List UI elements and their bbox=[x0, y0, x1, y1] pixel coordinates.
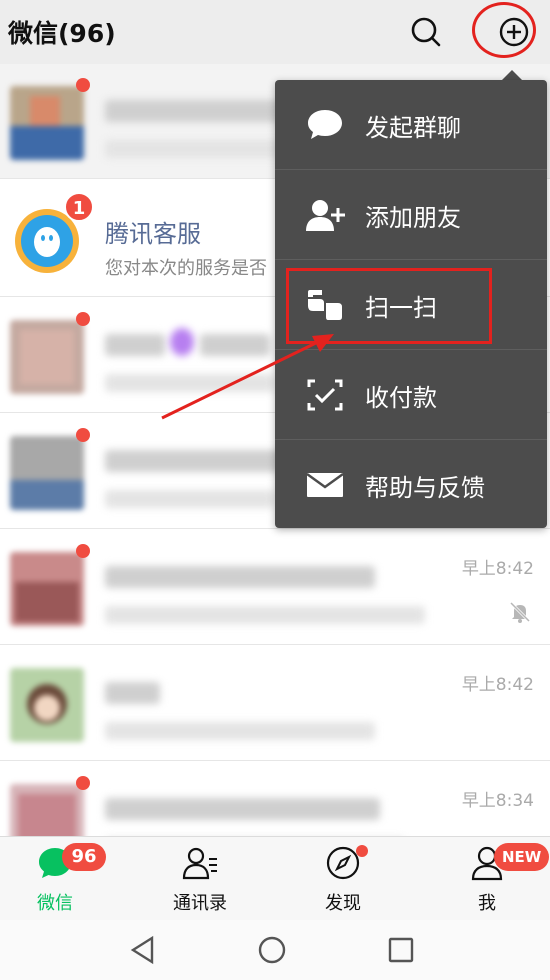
bottom-tab-bar: 96 微信 通讯录 发现 NEW 我 bbox=[0, 836, 550, 920]
tab-contacts[interactable]: 通讯录 bbox=[145, 837, 255, 921]
notification-dot bbox=[356, 845, 368, 857]
avatar bbox=[10, 668, 84, 742]
chat-time: 早上8:42 bbox=[461, 675, 534, 695]
unread-dot bbox=[76, 312, 90, 326]
avatar bbox=[10, 320, 84, 394]
plus-highlight-circle bbox=[472, 2, 536, 58]
unread-badge: 96 bbox=[62, 843, 106, 871]
menu-item-payment[interactable]: 收付款 bbox=[275, 350, 547, 440]
chat-row[interactable]: 早上8:42 bbox=[0, 530, 550, 645]
menu-item-help-feedback[interactable]: 帮助与反馈 bbox=[275, 440, 547, 530]
avatar bbox=[10, 436, 84, 510]
blurred-name bbox=[105, 682, 160, 704]
chat-row[interactable]: 早上8:42 bbox=[0, 646, 550, 761]
chat-time: 早上8:34 bbox=[461, 791, 534, 811]
blurred-name bbox=[105, 334, 165, 356]
chat-bubble-icon bbox=[305, 107, 345, 143]
blurred-preview bbox=[105, 490, 275, 508]
unread-dot bbox=[76, 776, 90, 790]
tab-chats[interactable]: 96 微信 bbox=[0, 837, 110, 921]
unread-dot bbox=[76, 544, 90, 558]
avatar bbox=[10, 552, 84, 626]
unread-badge: 1 bbox=[64, 192, 94, 222]
chat-row[interactable]: 早上8:34 bbox=[0, 762, 550, 836]
menu-label: 帮助与反馈 bbox=[365, 474, 485, 502]
contacts-icon bbox=[182, 845, 218, 881]
blurred-name bbox=[105, 798, 380, 820]
chat-name: 腾讯客服 bbox=[105, 220, 201, 248]
new-badge: NEW bbox=[494, 843, 550, 871]
system-nav-bar bbox=[0, 920, 550, 980]
mail-icon bbox=[305, 467, 345, 503]
search-icon[interactable] bbox=[406, 12, 446, 52]
avatar bbox=[10, 86, 84, 160]
menu-item-group-chat[interactable]: 发起群聊 bbox=[275, 80, 547, 170]
page-title: 微信(96) bbox=[8, 19, 116, 48]
blurred-preview bbox=[105, 606, 425, 624]
blurred-preview bbox=[105, 140, 285, 158]
top-bar: 微信(96) bbox=[0, 0, 550, 64]
menu-label: 收付款 bbox=[365, 384, 437, 412]
blurred-preview bbox=[105, 722, 375, 740]
back-icon[interactable] bbox=[128, 935, 158, 965]
blurred-name bbox=[105, 450, 285, 472]
avatar bbox=[10, 784, 84, 836]
unread-dot bbox=[76, 428, 90, 442]
tab-label: 发现 bbox=[325, 893, 361, 914]
chat-time: 早上8:42 bbox=[461, 559, 534, 579]
menu-label: 发起群聊 bbox=[365, 114, 461, 142]
menu-item-add-friend[interactable]: 添加朋友 bbox=[275, 170, 547, 260]
unread-dot bbox=[76, 78, 90, 92]
add-friend-icon bbox=[305, 197, 345, 233]
payment-icon bbox=[305, 377, 345, 413]
tab-me[interactable]: NEW 我 bbox=[432, 837, 550, 921]
blurred-name bbox=[200, 334, 270, 356]
tab-label: 微信 bbox=[37, 893, 73, 914]
blurred-name bbox=[105, 566, 375, 588]
tab-discover[interactable]: 发现 bbox=[288, 837, 398, 921]
blurred-emoji bbox=[170, 328, 194, 356]
blurred-preview bbox=[105, 374, 275, 392]
tab-label: 我 bbox=[478, 893, 496, 914]
mute-icon bbox=[508, 600, 532, 624]
scan-highlight-box bbox=[286, 268, 492, 344]
tab-label: 通讯录 bbox=[173, 893, 227, 914]
chat-preview: 您对本次的服务是否 bbox=[105, 258, 267, 279]
recents-icon[interactable] bbox=[386, 935, 416, 965]
menu-label: 添加朋友 bbox=[365, 204, 461, 232]
home-icon[interactable] bbox=[257, 935, 287, 965]
